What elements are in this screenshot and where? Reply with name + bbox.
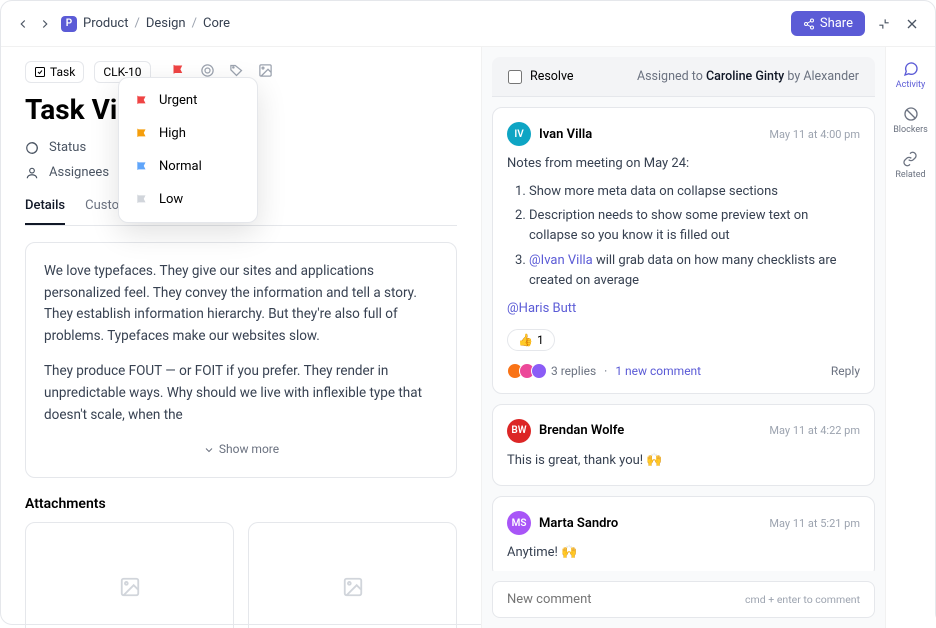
nav-forward-button[interactable] (37, 16, 53, 32)
comment-timestamp: May 11 at 5:21 pm (769, 517, 860, 530)
block-icon (903, 106, 919, 122)
reaction-pill[interactable]: 👍 1 (507, 329, 555, 351)
replies-row[interactable]: 3 replies · 1 new comment Reply (507, 363, 860, 379)
avatar: IV (507, 122, 531, 146)
header: P Product / Design / Core Share (1, 1, 935, 47)
close-button[interactable] (903, 15, 921, 33)
priority-dropdown: UrgentHighNormalLow (118, 77, 258, 223)
user-icon (25, 166, 39, 180)
rail-blockers[interactable]: Blockers (893, 106, 928, 135)
comment: BW Brendan Wolfe May 11 at 4:22 pm This … (492, 404, 875, 486)
breadcrumb-item[interactable]: Design (146, 16, 186, 31)
new-comment-input-container: cmd + enter to comment (492, 581, 875, 618)
share-icon (803, 18, 815, 30)
image-icon (342, 576, 364, 598)
new-comment-input[interactable] (507, 592, 745, 607)
comment-timestamp: May 11 at 4:00 pm (769, 128, 860, 141)
task-type-pill[interactable]: Task (25, 61, 84, 83)
side-rail: Activity Blockers Related (885, 47, 935, 628)
image-icon[interactable] (258, 63, 273, 82)
avatar: MS (507, 511, 531, 535)
flag-icon (135, 160, 149, 174)
comment-author: Brendan Wolfe (539, 423, 624, 438)
reply-button[interactable]: Reply (831, 364, 860, 378)
resolve-checkbox[interactable] (508, 70, 522, 84)
minimize-button[interactable] (875, 15, 893, 33)
resolve-label: Resolve (530, 69, 574, 84)
show-more-button[interactable]: Show more (44, 440, 438, 459)
flag-icon (135, 127, 149, 141)
image-icon (119, 576, 141, 598)
priority-option-urgent[interactable]: Urgent (125, 84, 251, 117)
priority-option-normal[interactable]: Normal (125, 150, 251, 183)
tab-custom[interactable]: Custo (85, 198, 119, 225)
nav-back-button[interactable] (15, 16, 31, 32)
avatar: BW (507, 419, 531, 443)
assigned-to: Assigned to Caroline Ginty by Alexander (637, 69, 859, 84)
comment-icon (903, 61, 919, 77)
attachments-heading: Attachments (25, 496, 457, 512)
check-square-icon (34, 66, 46, 78)
mention[interactable]: @Haris Butt (507, 301, 576, 316)
tab-details[interactable]: Details (25, 198, 65, 225)
comment-body: Notes from meeting on May 24:Show more m… (507, 154, 860, 319)
priority-option-high[interactable]: High (125, 117, 251, 150)
breadcrumb-item[interactable]: Product (83, 16, 128, 31)
rail-related[interactable]: Related (895, 151, 925, 180)
attachment-placeholder[interactable] (25, 522, 234, 628)
share-button[interactable]: Share (791, 11, 865, 36)
comment-hint: cmd + enter to comment (745, 593, 860, 606)
mention[interactable]: @Ivan Villa (529, 253, 593, 268)
link-icon (902, 151, 918, 167)
comment-author: Ivan Villa (539, 127, 592, 142)
description-box[interactable]: We love typefaces. They give our sites a… (25, 242, 457, 478)
comment-author: Marta Sandro (539, 516, 618, 531)
flag-icon (135, 193, 149, 207)
chevron-down-icon (203, 444, 215, 456)
comment-timestamp: May 11 at 4:22 pm (769, 424, 860, 437)
project-icon: P (61, 16, 77, 32)
rail-activity[interactable]: Activity (896, 61, 925, 90)
priority-option-low[interactable]: Low (125, 183, 251, 216)
comment-body: Anytime! 🙌 (507, 543, 860, 563)
resolve-bar: Resolve Assigned to Caroline Ginty by Al… (492, 57, 875, 97)
breadcrumb-item[interactable]: Core (203, 16, 230, 31)
comment: MS Marta Sandro May 11 at 5:21 pm Anytim… (492, 496, 875, 571)
comment: IV Ivan Villa May 11 at 4:00 pm Notes fr… (492, 107, 875, 394)
attachment-placeholder[interactable] (248, 522, 457, 628)
flag-icon (135, 94, 149, 108)
comment-body: This is great, thank you! 🙌 (507, 451, 860, 471)
status-icon (25, 141, 39, 155)
breadcrumb[interactable]: P Product / Design / Core (61, 16, 230, 32)
